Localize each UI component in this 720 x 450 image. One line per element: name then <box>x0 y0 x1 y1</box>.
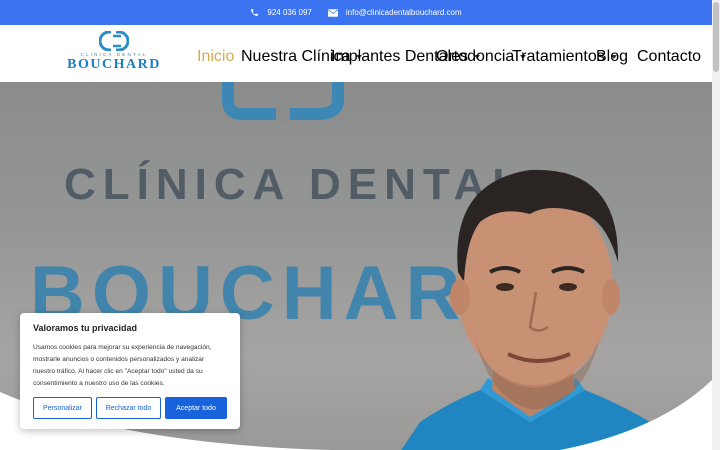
top-contact-bar: 924 036 097 info@clinicadentalbouchard.c… <box>0 0 712 25</box>
nav-label: Inicio <box>197 48 235 65</box>
cookie-actions: Personalizar Rechazar todo Aceptar todo <box>33 397 227 419</box>
site-logo[interactable]: CLÍNICA DENTAL BOUCHARD <box>66 31 162 77</box>
site-header: CLÍNICA DENTAL BOUCHARD Inicio Nuestra C… <box>0 25 712 82</box>
customize-button[interactable]: Personalizar <box>33 397 92 419</box>
nav-item-inicio[interactable]: Inicio <box>197 48 234 66</box>
scrollbar-thumb[interactable] <box>713 2 719 72</box>
page-scrollbar[interactable] <box>712 0 720 450</box>
logo-mark-icon <box>99 31 129 51</box>
email-address: info@clinicadentalbouchard.com <box>345 8 462 17</box>
nav-label: Tratamientos <box>512 48 605 65</box>
envelope-icon <box>327 8 338 17</box>
reject-all-button[interactable]: Rechazar todo <box>96 397 161 419</box>
nav-label: Ortodoncia <box>436 48 515 65</box>
phone-link[interactable]: 924 036 097 <box>250 8 312 17</box>
phone-icon <box>250 8 259 17</box>
cookie-body: Usamos cookies para mejorar su experienc… <box>33 344 212 387</box>
logo-title: BOUCHARD <box>67 57 161 72</box>
email-link[interactable]: info@clinicadentalbouchard.com <box>327 8 462 17</box>
nav-item-contacto[interactable]: Contacto <box>637 48 701 66</box>
cookie-title: Valoramos tu privacidad <box>33 323 138 333</box>
nav-item-blog[interactable]: Blog <box>596 48 628 66</box>
accept-all-button[interactable]: Aceptar todo <box>165 397 227 419</box>
nav-label: Contacto <box>637 48 702 65</box>
nav-label: Blog <box>596 48 629 65</box>
cookie-consent-banner: Valoramos tu privacidad Usamos cookies p… <box>20 313 240 429</box>
phone-number: 924 036 097 <box>267 8 312 17</box>
